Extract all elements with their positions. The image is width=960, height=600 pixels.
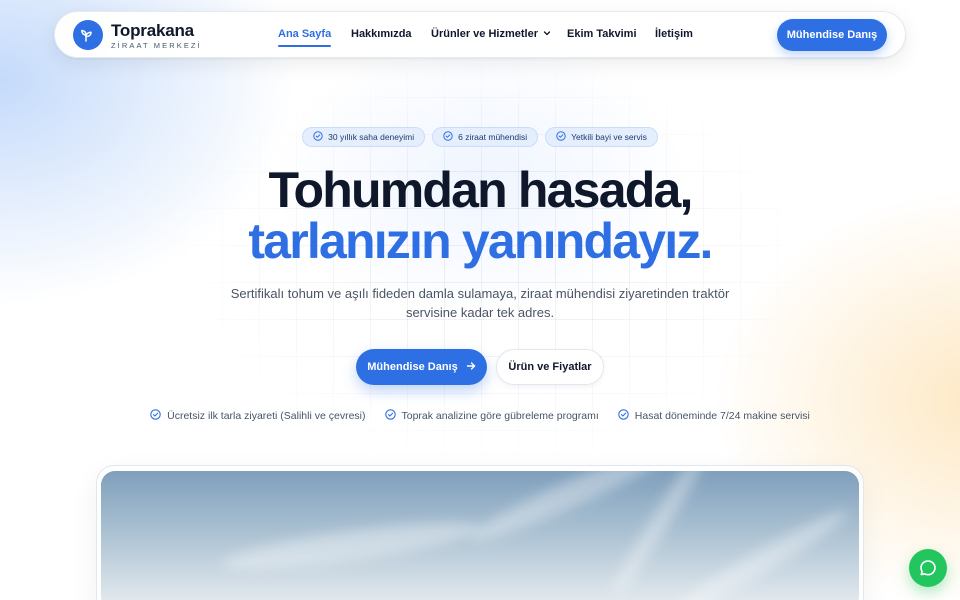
hero-title: Tohumdan hasada, tarlanızın yanındayız. bbox=[0, 163, 960, 268]
nav-item-products[interactable]: Ürünler ve Hizmetler bbox=[431, 28, 551, 40]
nav-item-label: Ekim Takvimi bbox=[567, 28, 637, 40]
badge-engineers: 6 ziraat mühendisi bbox=[432, 127, 539, 147]
feature-label: Hasat döneminde 7/24 makine servisi bbox=[634, 410, 810, 422]
nav-item-planting-calendar[interactable]: Ekim Takvimi bbox=[567, 28, 637, 40]
products-prices-button[interactable]: Ürün ve Fiyatlar bbox=[496, 349, 604, 385]
consult-engineer-button[interactable]: Mühendise Danış bbox=[777, 19, 887, 51]
hero-actions: Mühendise Danış Ürün ve Fiyatlar bbox=[0, 349, 960, 385]
hero-consult-button[interactable]: Mühendise Danış bbox=[356, 349, 487, 385]
feature-label: Toprak analizine göre gübreleme programı bbox=[401, 410, 599, 422]
feature-item: Ücretsiz ilk tarla ziyareti (Salihli ve … bbox=[150, 409, 366, 423]
chevron-down-icon bbox=[543, 28, 551, 40]
hero-description: Sertifikalı tohum ve aşılı fideden damla… bbox=[230, 286, 730, 320]
nav-item-contact[interactable]: İletişim bbox=[655, 28, 693, 40]
nav-item-label: Hakkımızda bbox=[351, 28, 412, 40]
check-circle-icon bbox=[150, 409, 161, 423]
feature-label: Ücretsiz ilk tarla ziyareti (Salihli ve … bbox=[167, 410, 366, 422]
nav-item-about[interactable]: Hakkımızda bbox=[351, 28, 412, 40]
badge-label: Yetkili bayi ve servis bbox=[571, 132, 647, 142]
badge-label: 6 ziraat mühendisi bbox=[458, 132, 528, 142]
hero-sky-image bbox=[101, 471, 859, 600]
feature-item: Toprak analizine göre gübreleme programı bbox=[384, 409, 599, 423]
hero-features: Ücretsiz ilk tarla ziyareti (Salihli ve … bbox=[0, 409, 960, 423]
hero-badges: 30 yıllık saha deneyimi 6 ziraat mühendi… bbox=[0, 127, 960, 147]
arrow-right-icon bbox=[466, 361, 476, 374]
badge-label: 30 yıllık saha deneyimi bbox=[328, 132, 415, 142]
badge-dealer: Yetkili bayi ve servis bbox=[545, 127, 658, 147]
check-circle-icon bbox=[384, 409, 396, 423]
badge-experience: 30 yıllık saha deneyimi bbox=[302, 127, 426, 147]
nav-item-label: Ana Sayfa bbox=[278, 28, 332, 40]
check-circle-icon bbox=[313, 131, 323, 143]
check-circle-icon bbox=[556, 131, 566, 143]
feature-item: Hasat döneminde 7/24 makine servisi bbox=[618, 409, 810, 423]
nav-item-label: İletişim bbox=[655, 28, 693, 40]
check-circle-icon bbox=[443, 131, 453, 143]
button-label: Mühendise Danış bbox=[367, 361, 458, 373]
check-circle-icon bbox=[618, 409, 629, 423]
nav-item-label: Ürünler ve Hizmetler bbox=[431, 28, 538, 40]
whatsapp-icon[interactable] bbox=[909, 549, 947, 587]
hero-title-line-1: Tohumdan hasada, bbox=[268, 162, 693, 218]
navbar: Toprakana ZİRAAT MERKEZİ Ana Sayfa Hakkı… bbox=[54, 11, 906, 58]
hero-title-line-2: tarlanızın yanındayız. bbox=[248, 213, 713, 269]
nav-item-home[interactable]: Ana Sayfa bbox=[278, 28, 332, 47]
